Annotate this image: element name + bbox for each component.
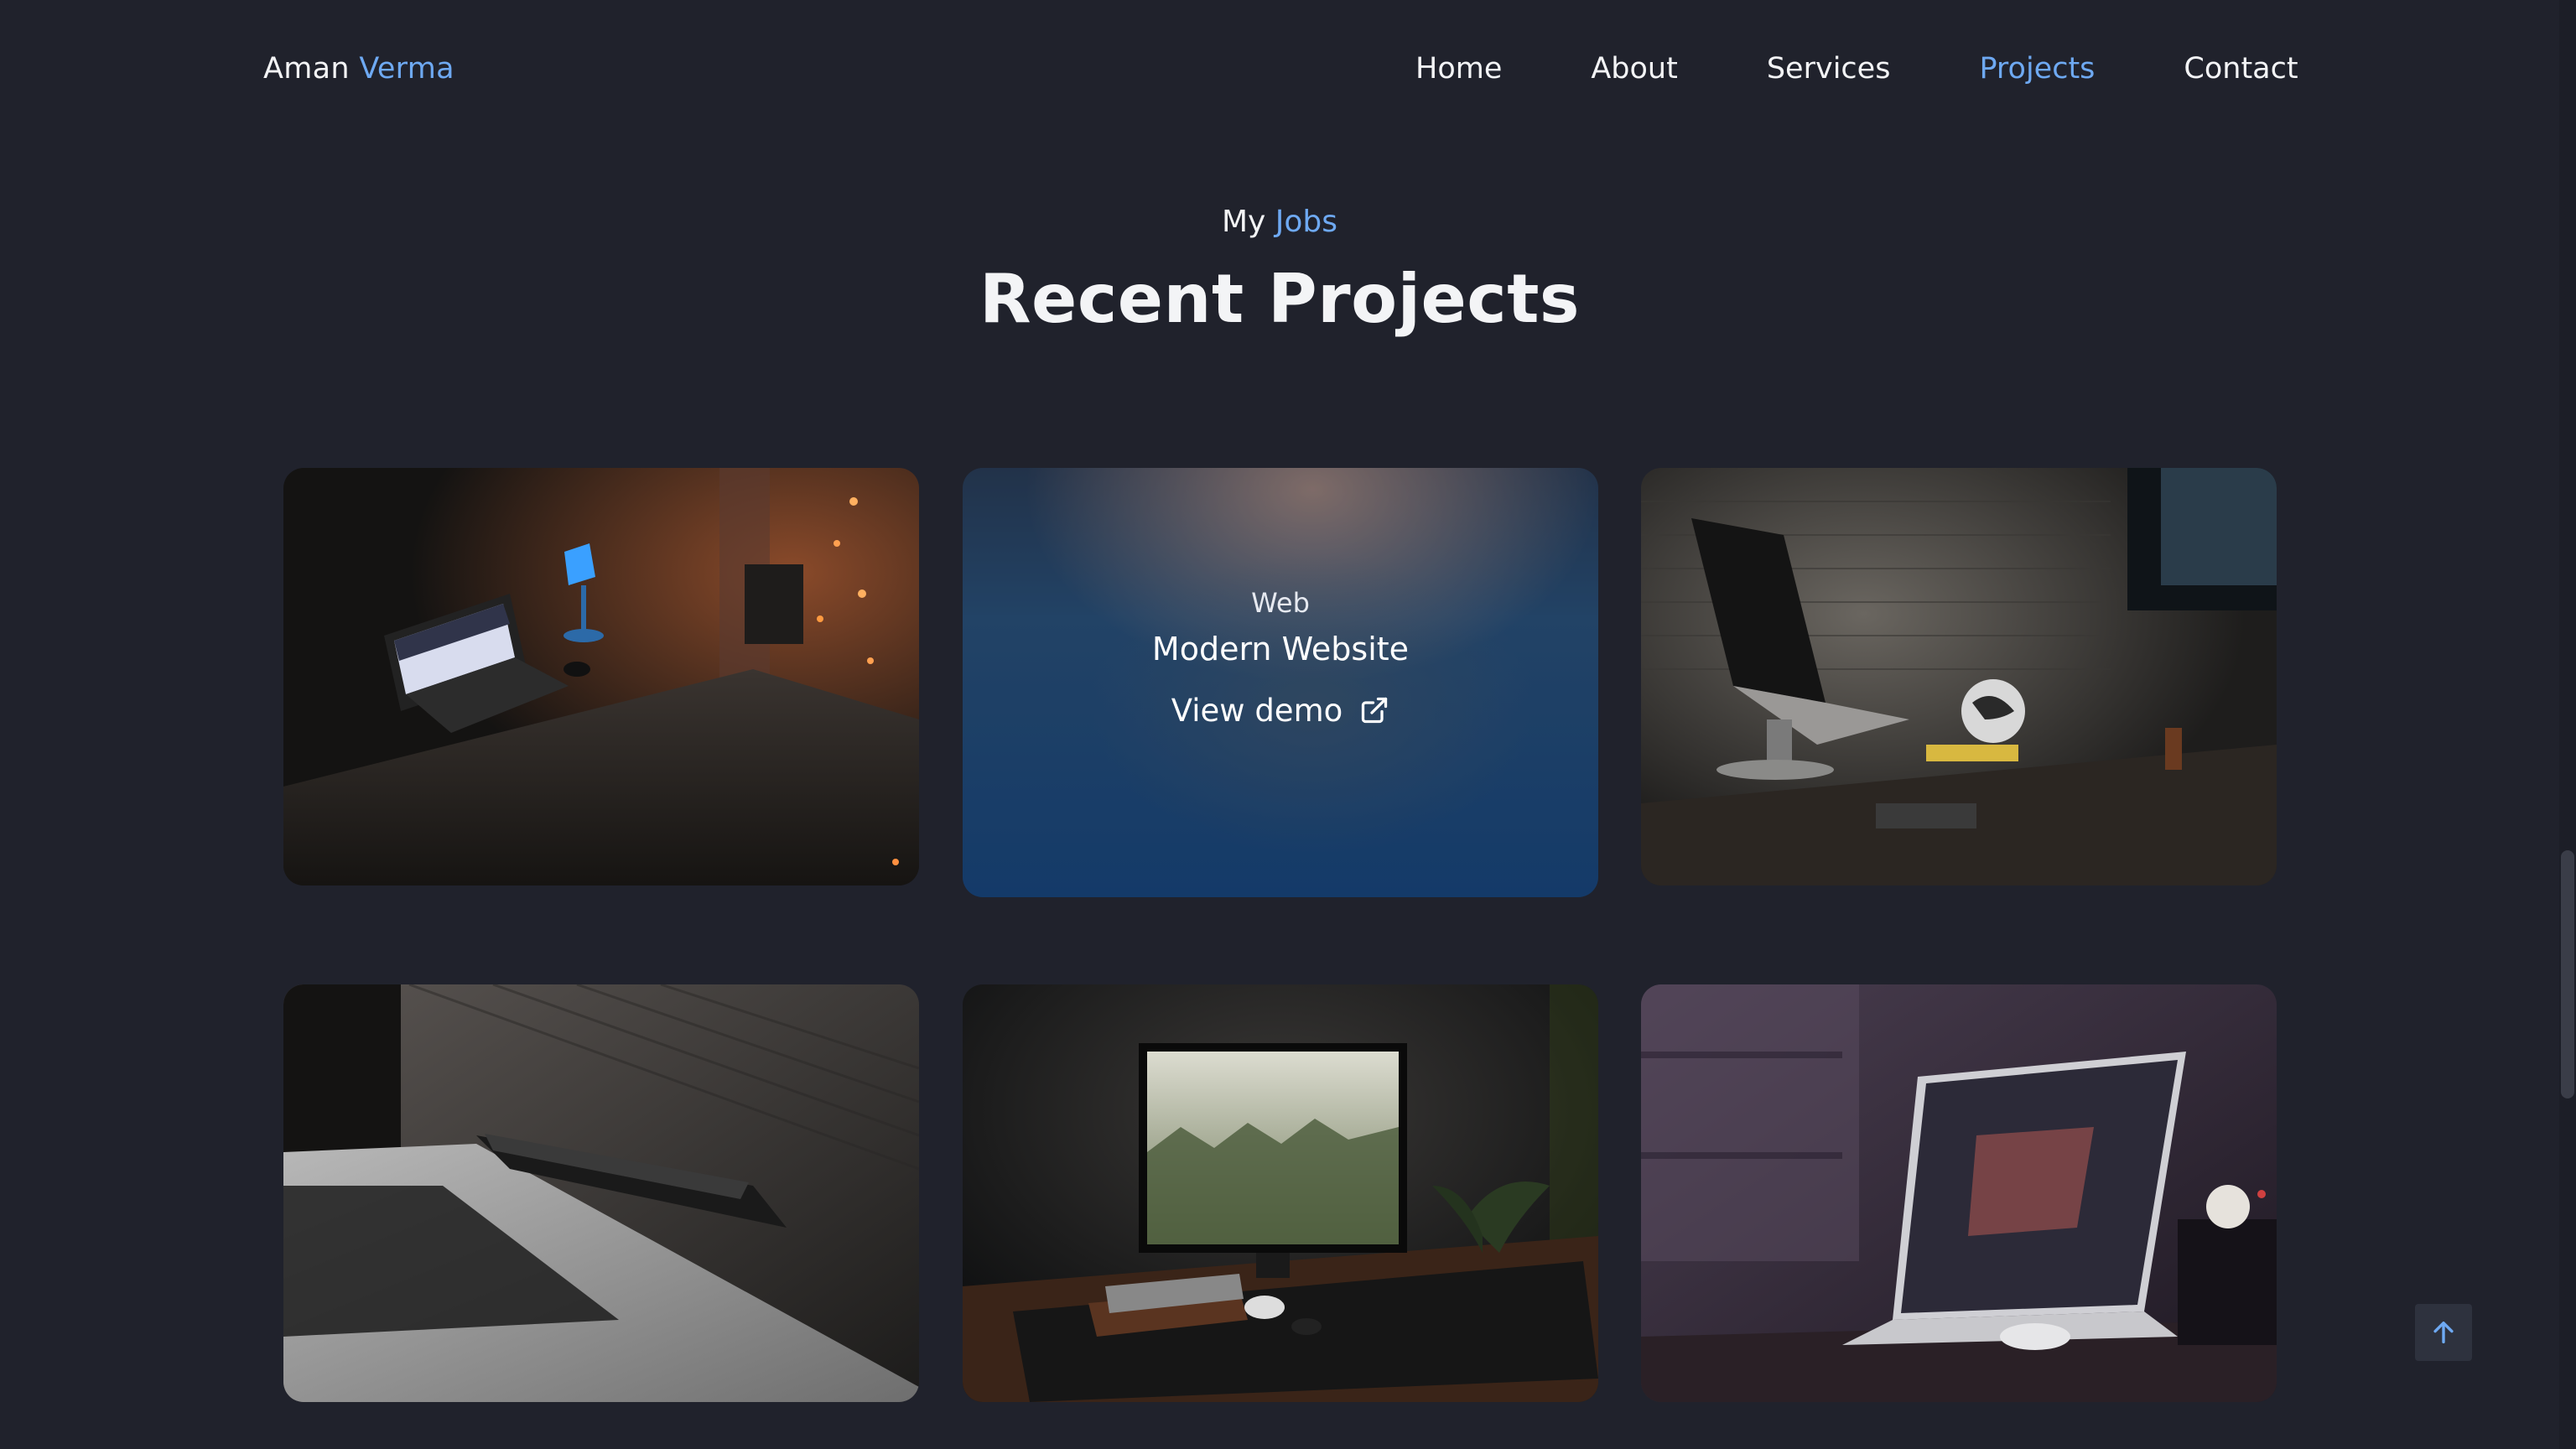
section-title: Recent Projects [979, 260, 1581, 338]
project-category: Web [1251, 586, 1310, 619]
main-nav: Home About Services Projects Contact [1415, 52, 2298, 86]
nav-home[interactable]: Home [1415, 52, 1502, 86]
project-image-3 [1641, 468, 2277, 886]
project-card-4[interactable] [283, 984, 919, 1402]
back-to-top-button[interactable] [2415, 1304, 2472, 1361]
project-name: Modern Website [1151, 630, 1410, 667]
project-image-5 [963, 984, 1598, 1402]
view-demo-label: View demo [1171, 692, 1343, 729]
subtitle-accent: Jobs [1275, 205, 1338, 239]
project-card-5[interactable] [963, 984, 1598, 1402]
project-card-1[interactable] [283, 468, 919, 886]
project-image-6 [1641, 984, 2277, 1402]
view-demo-link[interactable]: View demo [1171, 693, 1390, 729]
page-scrollbar[interactable] [2559, 0, 2576, 1449]
logo-first-name: Aman [263, 52, 350, 86]
project-image-1 [283, 468, 919, 886]
project-image-4 [283, 984, 919, 1402]
project-card-6[interactable] [1641, 984, 2277, 1402]
scrollbar-thumb[interactable] [2561, 850, 2574, 1098]
nav-projects[interactable]: Projects [1979, 52, 2095, 86]
subtitle-prefix: My [1221, 205, 1266, 239]
nav-about[interactable]: About [1591, 52, 1677, 86]
site-logo[interactable]: Aman Verma [263, 52, 454, 86]
project-card-3[interactable] [1641, 468, 2277, 886]
external-link-icon [1362, 697, 1388, 724]
logo-last-name: Verma [359, 52, 454, 86]
arrow-up-icon [2433, 1321, 2454, 1344]
project-overlay: Web Modern Website View demo [963, 468, 1598, 897]
section-subtitle: My Jobs [0, 205, 2559, 239]
nav-contact[interactable]: Contact [2184, 52, 2298, 86]
project-card-2[interactable]: Web Modern Website View demo [963, 468, 1598, 897]
nav-services[interactable]: Services [1767, 52, 1891, 86]
